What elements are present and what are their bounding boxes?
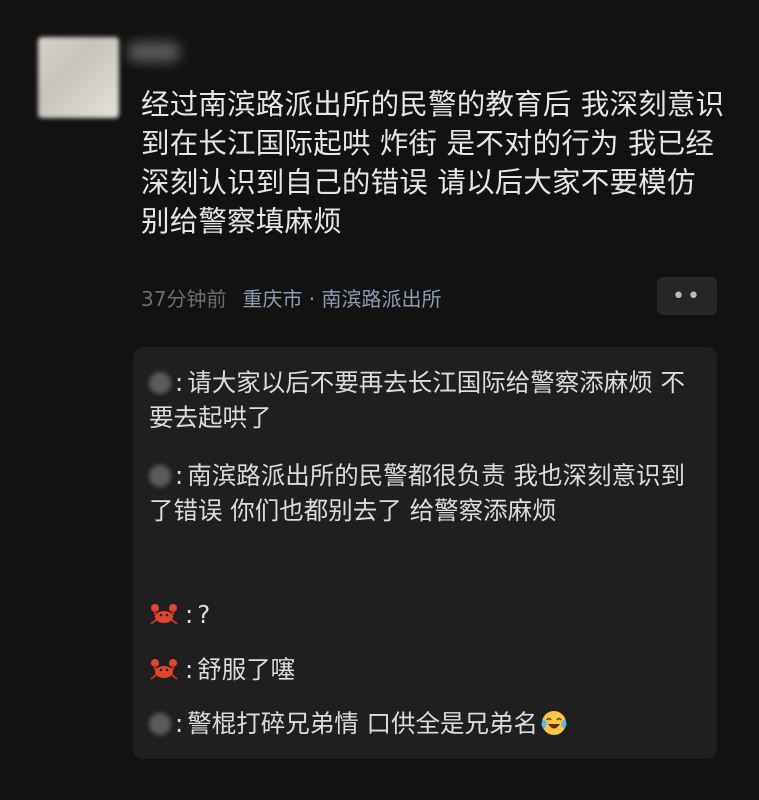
post-time: 37分钟前 [141, 287, 227, 311]
reply-text: 南滨路派出所的民警都很负责 我也深刻意识到了错误 你们也都别去了 给警察添麻烦 [149, 461, 686, 525]
reply-text: 请大家以后不要再去长江国际给警察添麻烦 不要去起哄了 [149, 368, 686, 432]
crab-icon [150, 604, 178, 625]
reply-item[interactable]: : 舒服了噻 [149, 652, 703, 687]
reply-item[interactable]: : 请大家以后不要再去长江国际给警察添麻烦 不要去起哄了 [149, 365, 703, 435]
blurred-avatar-icon [149, 713, 171, 735]
reply-text: 警棍打碎兄弟情 口供全是兄弟名 [187, 709, 539, 738]
blurred-avatar-icon [149, 465, 171, 487]
username-redacted [128, 42, 180, 62]
post-location[interactable]: 重庆市 · 南滨路派出所 [242, 287, 441, 311]
reply-text: 舒服了噻 [197, 655, 296, 684]
more-icon: •• [672, 283, 702, 309]
more-options-button[interactable]: •• [657, 277, 717, 315]
replies-panel: : 请大家以后不要再去长江国际给警察添麻烦 不要去起哄了 : 南滨路派出所的民警都很… [133, 347, 717, 759]
reply-item[interactable]: : 警棍打碎兄弟情 口供全是兄弟名 [149, 706, 703, 741]
reply-item[interactable]: :? [149, 597, 703, 632]
crab-icon [150, 659, 178, 680]
post-text: 经过南滨路派出所的民警的教育后 我深刻意识到在长江国际起哄 炸街 是不对的行为 … [141, 88, 725, 238]
avatar[interactable] [38, 37, 119, 118]
reply-item[interactable]: : 南滨路派出所的民警都很负责 我也深刻意识到了错误 你们也都别去了 给警察添麻烦 [149, 458, 703, 528]
reply-text: ? [197, 600, 211, 629]
post-page: 经过南滨路派出所的民警的教育后 我深刻意识到在长江国际起哄 炸街 是不对的行为 … [0, 0, 759, 800]
post-meta: 37分钟前 重庆市 · 南滨路派出所 [141, 283, 442, 312]
laughing-crying-emoji-icon [541, 711, 567, 735]
blurred-avatar-icon [149, 372, 171, 394]
